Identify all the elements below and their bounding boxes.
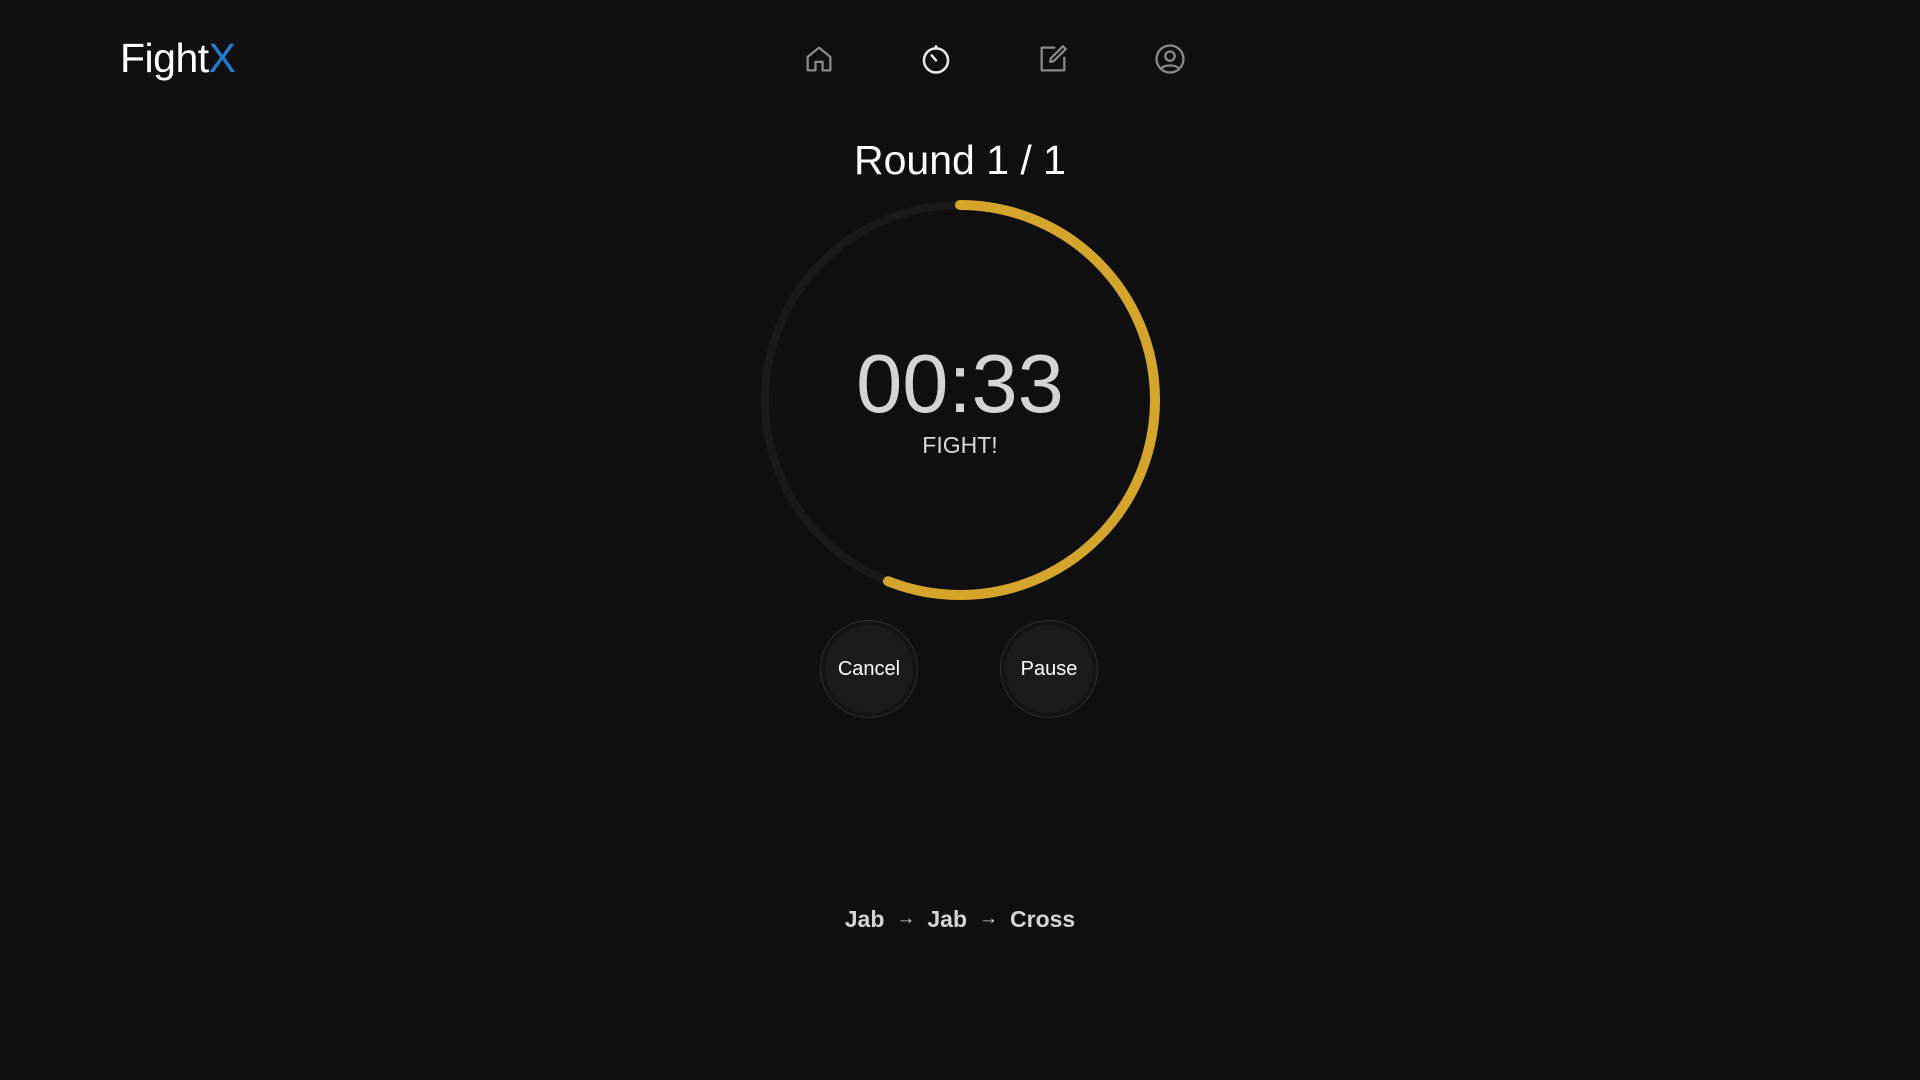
nav-profile[interactable] — [1111, 36, 1228, 82]
home-icon — [806, 46, 831, 72]
timer-icon — [922, 44, 949, 74]
app-root: FightX Round 1 / 1 00:33 FIGHT! Cancel P… — [0, 0, 1920, 1080]
combo-sequence: Jab → Jab → Cross — [0, 903, 1920, 935]
round-title: Round 1 / 1 — [854, 137, 1066, 183]
profile-icon — [1154, 44, 1185, 74]
pause-button[interactable]: Pause — [1000, 620, 1098, 718]
timer-dial: 00:33 FIGHT! — [760, 200, 1160, 600]
edit-icon — [1040, 45, 1067, 72]
timer-value: 00:33 — [856, 337, 1064, 430]
app-logo[interactable]: FightX — [120, 34, 236, 82]
top-nav — [760, 36, 1228, 82]
nav-timer[interactable] — [877, 36, 994, 82]
logo-main-text: Fight — [120, 35, 209, 81]
logo-accent-text: X — [208, 35, 236, 81]
nav-home[interactable] — [760, 36, 877, 82]
combo-move: Jab — [844, 906, 885, 932]
nav-edit[interactable] — [994, 36, 1111, 82]
timer-status: FIGHT! — [922, 432, 998, 458]
combo-move: Jab — [927, 906, 968, 932]
arrow-right-icon: → — [896, 908, 916, 929]
combo-move: Cross — [1010, 906, 1076, 932]
cancel-button[interactable]: Cancel — [820, 620, 918, 718]
arrow-right-icon: → — [979, 908, 999, 929]
